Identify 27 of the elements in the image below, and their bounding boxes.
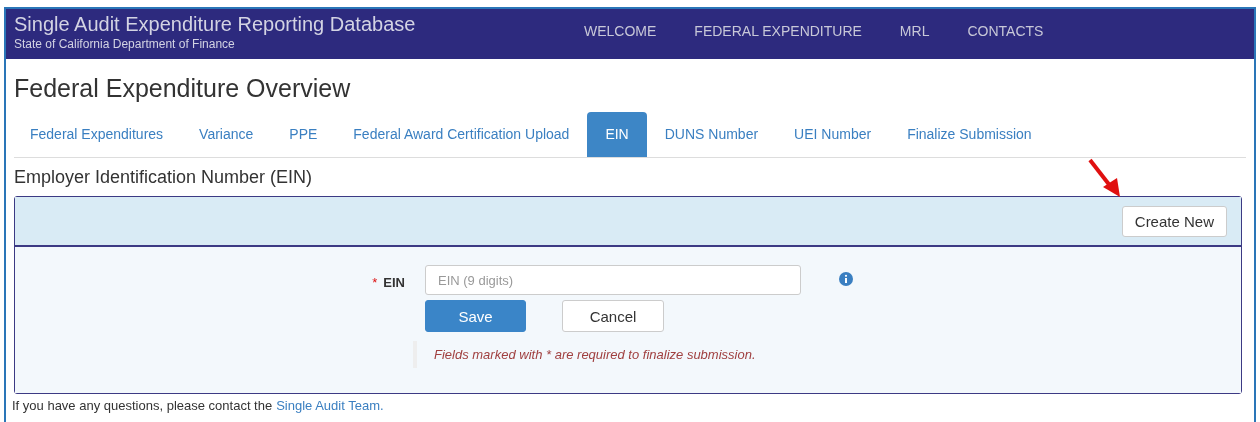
arrow-drawing [1087, 157, 1123, 199]
contact-link[interactable]: Single Audit Team. [276, 398, 384, 413]
section-title: Employer Identification Number (EIN) [14, 167, 314, 188]
cancel-button[interactable]: Cancel [562, 300, 664, 332]
info-icon[interactable] [839, 272, 853, 286]
required-mark: * [372, 275, 378, 290]
tab[interactable]: Variance [181, 112, 272, 157]
tab[interactable]: Federal Award Certification Upload [335, 112, 588, 157]
nav-link[interactable]: CONTACTS [967, 23, 1044, 39]
tab[interactable]: PPE [271, 112, 336, 157]
tab[interactable]: EIN [587, 112, 647, 157]
ein-field[interactable]: EIN (9 digits) [425, 265, 801, 295]
footer-text: If you have any questions, please contact the [12, 398, 273, 413]
save-button[interactable]: Save [425, 300, 526, 332]
create-new-button[interactable]: Create New [1121, 205, 1227, 237]
page-title: Federal Expenditure Overview [14, 74, 352, 103]
nav-link[interactable]: MRL [899, 23, 930, 39]
field-label: EIN [383, 275, 405, 290]
required-note: Fields marked with * are required to finalize submission. [413, 341, 801, 368]
site-title: Single Audit Expenditure Reporting Database [14, 13, 417, 36]
tab[interactable]: DUNS Number [646, 112, 777, 157]
tab[interactable]: UEI Number [776, 112, 890, 157]
tab[interactable]: Finalize Submission [889, 112, 1050, 157]
nav-link[interactable]: FEDERAL EXPENDITURE [694, 23, 862, 39]
tab[interactable]: Federal Expenditures [14, 112, 182, 157]
nav-link[interactable]: WELCOME [584, 23, 657, 39]
site-subtitle: State of California Department of Finance [14, 37, 236, 51]
